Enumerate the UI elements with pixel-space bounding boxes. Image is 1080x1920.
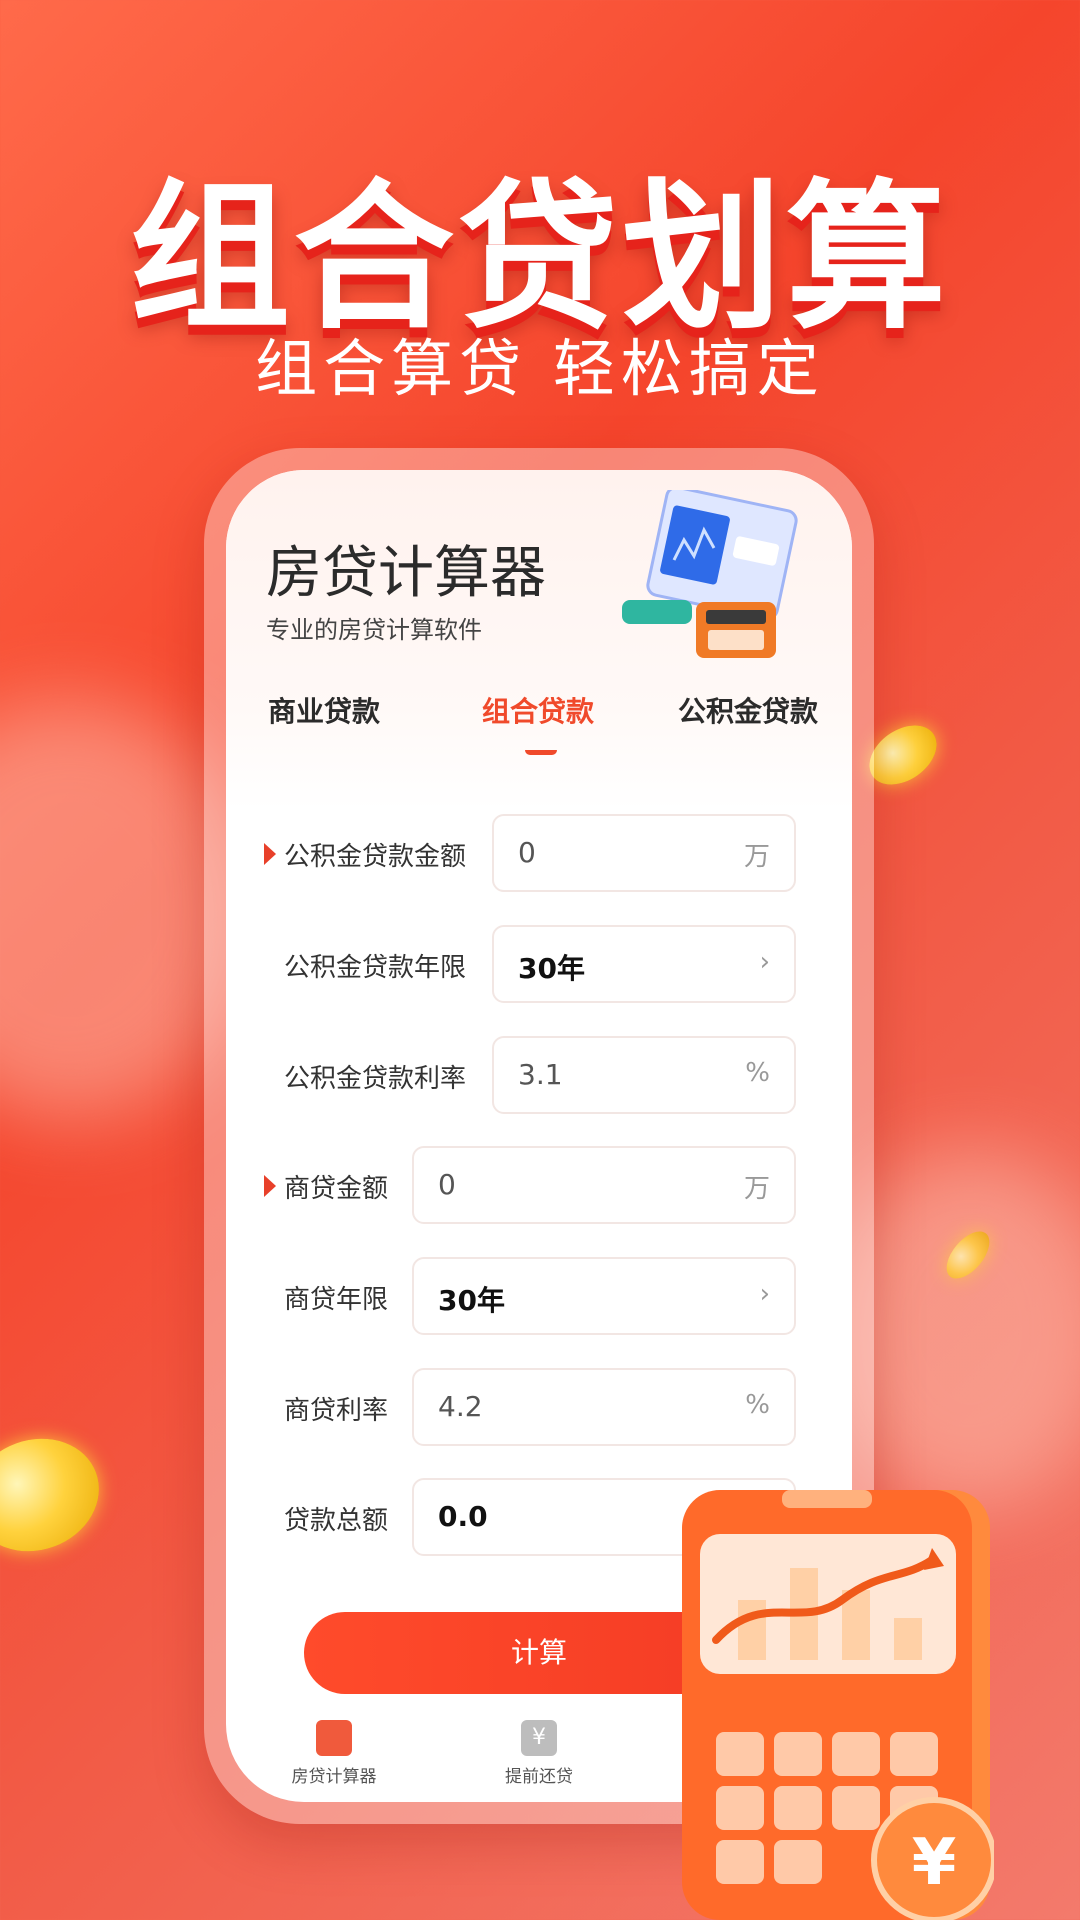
calculator-illustration-large: ¥ (682, 1490, 994, 1920)
fund-amount-label: 公积金贷款金额 (284, 842, 467, 872)
nav-label: 提前还贷 (505, 1767, 573, 1787)
subheadline: 组合算贷 轻松搞定 (255, 332, 825, 405)
commercial-term-row: 商贷年限 30年 › (226, 1257, 852, 1335)
commercial-term-label: 商贷年限 (284, 1285, 389, 1315)
required-marker-icon (264, 1175, 276, 1197)
required-marker-icon (264, 843, 276, 865)
commercial-rate-value: 4.2 (438, 1390, 483, 1423)
fund-term-value: 30年 (518, 952, 585, 985)
tab-commercial-loan[interactable]: 商业贷款 (268, 690, 380, 730)
fund-rate-label: 公积金贷款利率 (284, 1064, 467, 1094)
active-tab-indicator (525, 740, 557, 755)
total-label: 贷款总额 (284, 1506, 389, 1536)
chevron-right-icon: › (759, 947, 770, 977)
fund-term-label: 公积金贷款年限 (284, 953, 467, 983)
tab-fund-loan[interactable]: 公积金贷款 (678, 690, 818, 730)
nav-item-mortgage-calculator[interactable]: 房贷计算器 (254, 1720, 414, 1787)
nav-label: 房贷计算器 (291, 1767, 377, 1787)
fund-rate-value: 3.1 (518, 1058, 563, 1091)
coin-icon (0, 1421, 115, 1569)
total-value: 0.0 (438, 1500, 488, 1533)
fund-term-row: 公积金贷款年限 30年 › (226, 925, 852, 1003)
commercial-amount-row: 商贷金额 0 万 (226, 1146, 852, 1224)
app-subtitle: 专业的房贷计算软件 (266, 616, 482, 644)
calculator-icon (316, 1720, 352, 1756)
commercial-rate-row: 商贷利率 4.2 % (226, 1368, 852, 1446)
commercial-amount-unit: 万 (743, 1174, 770, 1204)
tab-combined-loan[interactable]: 组合贷款 (482, 690, 594, 730)
fund-amount-unit: 万 (743, 842, 770, 872)
fund-amount-row: 公积金贷款金额 0 万 (226, 814, 852, 892)
fund-amount-value: 0 (518, 836, 536, 869)
calculator-illustration (622, 490, 798, 658)
nav-item-prepayment[interactable]: ¥ 提前还贷 (459, 1720, 619, 1787)
svg-text:¥: ¥ (912, 1826, 957, 1900)
commercial-rate-input[interactable]: 4.2 % (412, 1368, 796, 1446)
fund-rate-row: 公积金贷款利率 3.1 % (226, 1036, 852, 1114)
commercial-term-select[interactable]: 30年 › (412, 1257, 796, 1335)
commercial-rate-unit: % (745, 1390, 770, 1420)
commercial-term-value: 30年 (438, 1284, 505, 1317)
fund-amount-input[interactable]: 0 万 (492, 814, 796, 892)
commercial-amount-value: 0 (438, 1168, 456, 1201)
app-title: 房贷计算器 (266, 541, 546, 606)
commercial-amount-label: 商贷金额 (284, 1174, 389, 1204)
yuan-icon: ¥ (521, 1720, 557, 1756)
chevron-right-icon: › (759, 1279, 770, 1309)
commercial-amount-input[interactable]: 0 万 (412, 1146, 796, 1224)
fund-rate-unit: % (745, 1058, 770, 1088)
fund-rate-input[interactable]: 3.1 % (492, 1036, 796, 1114)
fund-term-select[interactable]: 30年 › (492, 925, 796, 1003)
commercial-rate-label: 商贷利率 (284, 1396, 389, 1426)
